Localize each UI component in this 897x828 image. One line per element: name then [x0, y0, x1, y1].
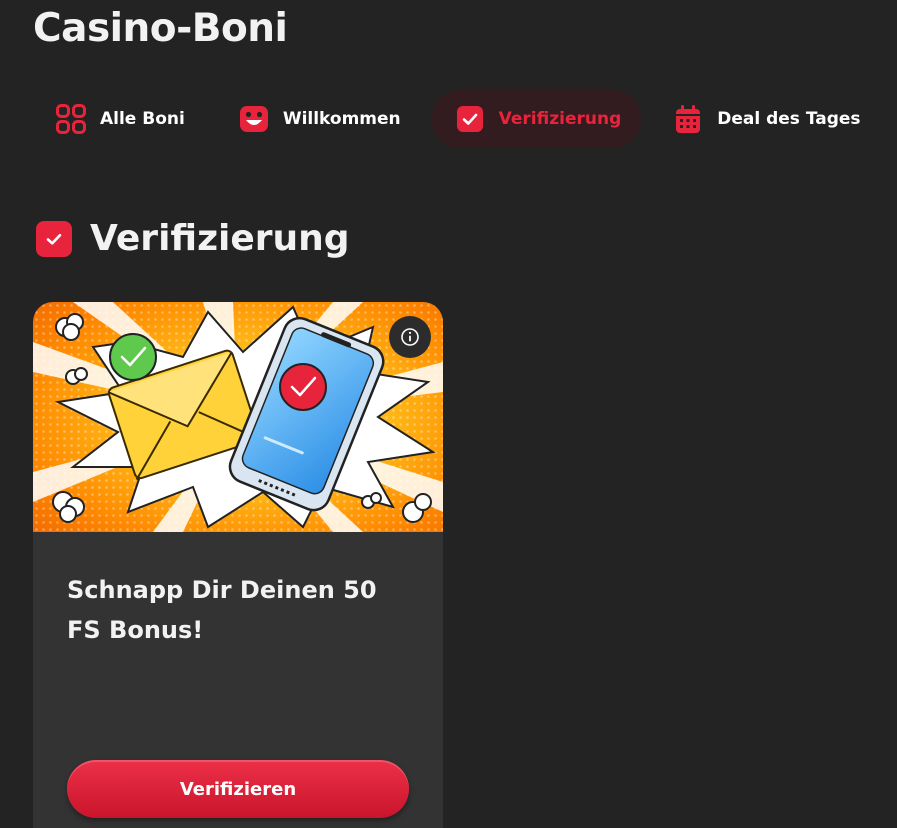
page: Casino-Boni Alle Boni Willkommen Verifiz…	[0, 0, 897, 828]
bonus-card: Schnapp Dir Deinen 50 FS Bonus! Verifizi…	[33, 302, 443, 828]
tab-welcome[interactable]: Willkommen	[219, 90, 431, 148]
tab-deal-of-the-day[interactable]: Deal des Tages	[641, 90, 861, 148]
section-title: Verifizierung	[90, 218, 350, 259]
bonus-tabs: Alle Boni Willkommen Verifizierung Deal …	[36, 90, 861, 148]
grid-icon	[56, 104, 86, 134]
tab-label: Verifizierung	[498, 109, 622, 129]
tab-label: Alle Boni	[100, 109, 185, 129]
checkbox-icon	[36, 220, 72, 257]
tab-verification[interactable]: Verifizierung	[430, 90, 642, 148]
page-title: Casino-Boni	[33, 6, 288, 51]
checkbox-icon	[455, 104, 485, 134]
info-button[interactable]	[389, 316, 431, 358]
tab-label: Deal des Tages	[717, 109, 861, 129]
calendar-icon	[673, 104, 703, 134]
info-icon	[401, 328, 419, 346]
tab-all-bonuses[interactable]: Alle Boni	[36, 90, 219, 148]
tab-label: Willkommen	[282, 109, 401, 129]
section-heading: Verifizierung	[36, 218, 350, 259]
smiley-icon	[239, 104, 269, 134]
bonus-title: Schnapp Dir Deinen 50 FS Bonus!	[67, 576, 377, 644]
bonus-card-image	[33, 302, 443, 532]
verify-button[interactable]: Verifizieren	[67, 760, 409, 818]
